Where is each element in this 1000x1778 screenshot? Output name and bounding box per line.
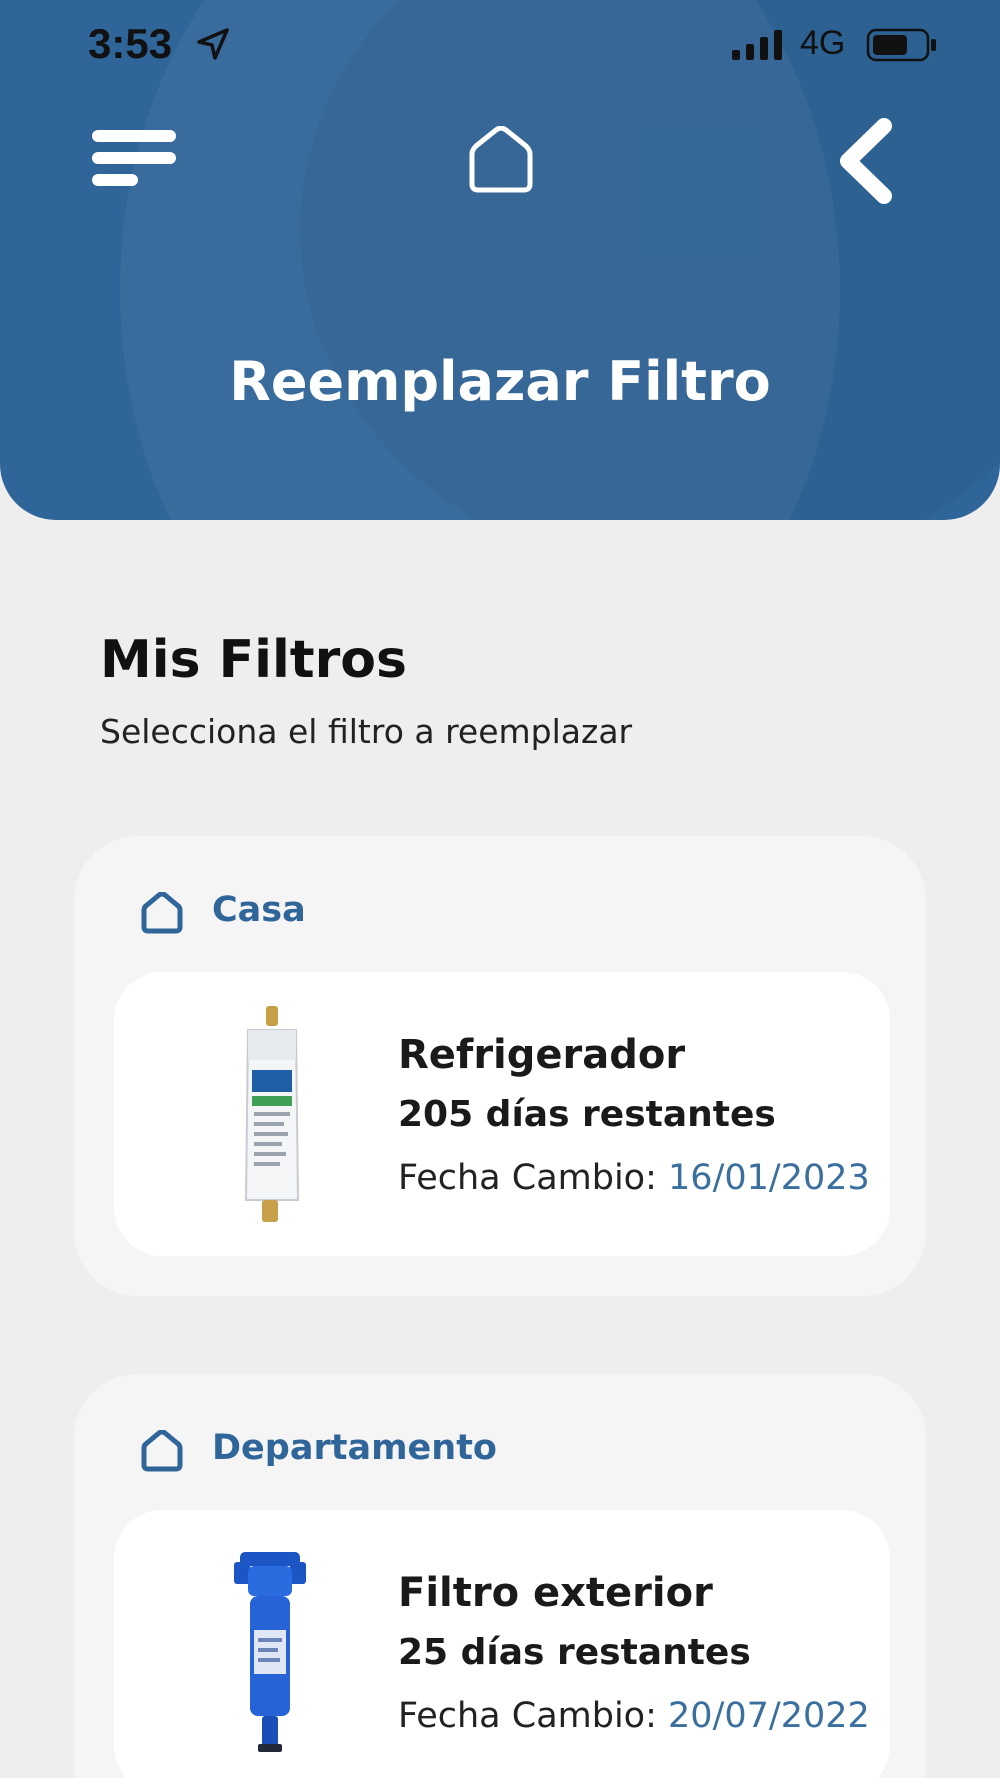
change-date-value: 16/01/2023 — [668, 1158, 870, 1198]
location-group-casa: Casa Refrigerador 205 días restantes Fec… — [74, 836, 926, 1296]
change-date-label: Fecha Cambio: — [398, 1696, 657, 1736]
filter-card-refrigerador[interactable]: Refrigerador 205 días restantes Fecha Ca… — [114, 972, 890, 1256]
home-outline-icon — [140, 1429, 184, 1476]
filter-name: Refrigerador — [398, 1032, 686, 1078]
signal-icon — [732, 30, 784, 64]
battery-icon — [866, 28, 938, 66]
network-type: 4G — [800, 24, 846, 62]
filter-change-date: Fecha Cambio: 20/07/2022 — [398, 1696, 870, 1736]
filter-name: Filtro exterior — [398, 1570, 713, 1616]
filter-change-date: Fecha Cambio: 16/01/2023 — [398, 1158, 870, 1198]
section-subtitle: Selecciona el filtro a reemplazar — [100, 712, 633, 751]
header-banner: 3:53 4G Reemplazar Filtro — [0, 0, 1000, 520]
location-arrow-icon — [195, 26, 231, 66]
filter-card-filtro-exterior[interactable]: Filtro exterior 25 días restantes Fecha … — [114, 1510, 890, 1778]
status-bar: 3:53 4G — [0, 18, 1000, 74]
header-decoration-2 — [300, 0, 1000, 520]
home-icon[interactable] — [466, 125, 536, 198]
group-label: Departamento — [212, 1428, 497, 1468]
exterior-filter-image — [210, 1538, 340, 1772]
menu-icon[interactable] — [92, 128, 178, 196]
change-date-value: 20/07/2022 — [668, 1696, 870, 1736]
group-label: Casa — [212, 890, 306, 930]
status-time: 3:53 — [88, 20, 173, 67]
home-outline-icon — [140, 891, 184, 938]
back-icon[interactable] — [836, 118, 896, 208]
section-title: Mis Filtros — [100, 630, 407, 690]
filter-days-remaining: 205 días restantes — [398, 1094, 776, 1135]
change-date-label: Fecha Cambio: — [398, 1158, 657, 1198]
page-title: Reemplazar Filtro — [229, 350, 771, 413]
filter-days-remaining: 25 días restantes — [398, 1632, 751, 1673]
refrigerator-filter-image — [210, 1000, 340, 1234]
location-group-departamento: Departamento Filtro exterior 25 días res… — [74, 1374, 926, 1778]
